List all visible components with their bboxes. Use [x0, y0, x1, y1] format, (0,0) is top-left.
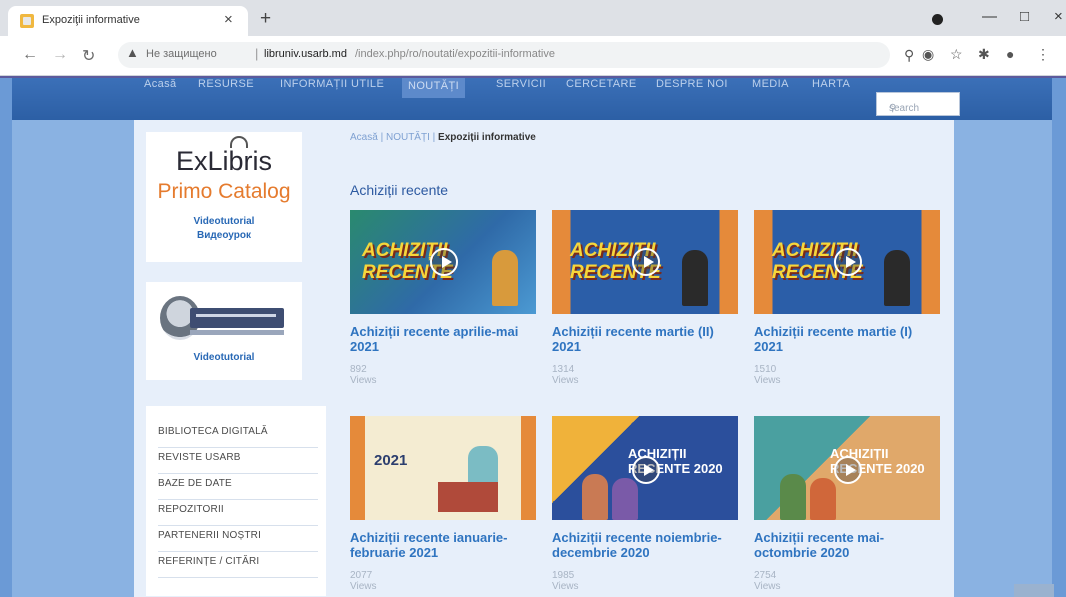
nav-item-acasa[interactable]: Acasă — [144, 78, 177, 90]
play-icon[interactable] — [632, 456, 660, 484]
video-thumbnail[interactable]: ACHIZIȚII RECENTE 2020 — [552, 416, 738, 520]
sidebar-item-referinte[interactable]: REFERINȚE / CITĂRI — [158, 552, 318, 578]
card-title[interactable]: Achiziții recente mai-octombrie 2020 — [754, 530, 944, 560]
view-count: 892 Views — [350, 364, 377, 386]
figure-icon — [612, 478, 638, 520]
video-thumbnail[interactable]: ACHIZIȚII RECENTE — [754, 210, 940, 314]
breadcrumb: Acasă | NOUTĂȚI | Expoziții informative — [350, 132, 536, 143]
video-thumbnail[interactable]: ACHIZIȚII RECENTE — [350, 210, 536, 314]
figure-icon — [492, 250, 518, 306]
video-thumbnail[interactable]: ACHIZIȚII RECENTE 2020 — [754, 416, 940, 520]
orauser-videotutorial-link[interactable]: Videotutorial — [146, 352, 302, 363]
view-count: 1510 Views — [754, 364, 781, 386]
orauser-logo[interactable] — [160, 296, 284, 340]
figure-icon — [884, 250, 910, 306]
exlibris-box: ExLibris Primo Catalog Videotutorial Вид… — [146, 132, 302, 262]
security-label[interactable]: Не защищено — [146, 48, 217, 60]
view-count: 1985 Views — [552, 570, 579, 592]
video-thumbnail[interactable]: 2021 — [350, 416, 536, 520]
tab-close-button[interactable]: × — [224, 11, 233, 28]
view-count: 1314 Views — [552, 364, 579, 386]
url-path[interactable]: /index.php/ro/noutati/expozitii-informat… — [355, 48, 555, 60]
play-icon[interactable] — [632, 248, 660, 276]
search-placeholder-text: search — [889, 103, 920, 114]
section-title: Achiziții recente — [350, 182, 449, 198]
sidebar-item-baze[interactable]: BAZE DE DATE — [158, 474, 318, 500]
back-icon[interactable]: ← — [22, 46, 38, 64]
view-count: 2077 Views — [350, 570, 377, 592]
card-title[interactable]: Achiziții recente noiembrie-decembrie 20… — [552, 530, 742, 560]
play-icon[interactable] — [834, 248, 862, 276]
sidebar-item-reviste[interactable]: REVISTE USARB — [158, 448, 318, 474]
figure-icon — [810, 478, 836, 520]
nav-item-despre[interactable]: DESPRE NOI — [656, 78, 728, 90]
breadcrumb-sep: | — [432, 132, 436, 143]
page-margin-left — [12, 120, 134, 597]
sidebar-menu: BIBLIOTECA DIGITALĂ REVISTE USARB BAZE D… — [146, 406, 326, 596]
card-title[interactable]: Achiziții recente ianuarie-februarie 202… — [350, 530, 540, 560]
window-close-button[interactable]: × — [1054, 8, 1063, 25]
content-container: ExLibris Primo Catalog Videotutorial Вид… — [134, 120, 954, 597]
scroll-to-top-button[interactable] — [1014, 584, 1054, 597]
play-icon[interactable] — [430, 248, 458, 276]
star-icon[interactable]: ☆ — [950, 46, 963, 63]
videotutorial-link[interactable]: Videotutorial — [146, 216, 302, 227]
zoom-search-icon[interactable]: ⚲ — [904, 47, 914, 64]
orauser-box: Videotutorial — [146, 282, 302, 380]
sidebar-item-parteneri[interactable]: PARTENERII NOȘTRI — [158, 526, 318, 552]
thumb-text: 2021 — [374, 452, 408, 469]
breadcrumb-current: Expoziții informative — [438, 132, 536, 143]
breadcrumb-sep: | — [380, 132, 384, 143]
eye-off-icon[interactable]: ◉ — [922, 46, 934, 63]
address-bar[interactable]: ▲ Не защищено | libruniv.usarb.md /index… — [118, 42, 914, 68]
view-count: 2754 Views — [754, 570, 781, 592]
nav-item-servicii[interactable]: SERVICII — [496, 78, 546, 90]
profile-icon[interactable]: ● — [1006, 46, 1014, 62]
page-margin-right — [954, 120, 1052, 597]
card-title[interactable]: Achiziții recente martie (I) 2021 — [754, 324, 944, 354]
forward-icon[interactable]: → — [52, 46, 68, 64]
nav-item-harta[interactable]: HARTA — [812, 78, 850, 90]
nav-item-resurse[interactable]: RESURSE — [198, 78, 254, 90]
sidebar-item-repozitorii[interactable]: REPOZITORII — [158, 500, 318, 526]
new-tab-button[interactable]: + — [260, 8, 271, 30]
nav-item-informatii[interactable]: INFORMAȚII UTILE — [280, 78, 384, 90]
url-host[interactable]: libruniv.usarb.md — [264, 48, 347, 60]
site-search-input[interactable]: ⚲ search — [876, 92, 960, 116]
breadcrumb-parent[interactable]: NOUTĂȚI — [386, 132, 430, 143]
tab-title: Expoziţii informative — [42, 14, 140, 26]
card-title[interactable]: Achiziții recente martie (II) 2021 — [552, 324, 742, 354]
videourok-link[interactable]: Видеоурок — [146, 230, 302, 241]
card-title[interactable]: Achiziții recente aprilie-mai 2021 — [350, 324, 540, 354]
browser-tab[interactable]: Expoziţii informative × — [8, 6, 248, 36]
nav-item-cercetare[interactable]: CERCETARE — [566, 78, 637, 90]
figure-icon — [582, 474, 608, 520]
browser-toolbar: ← → ↻ ▲ Не защищено | libruniv.usarb.md … — [0, 36, 1066, 76]
nav-item-noutati[interactable]: NOUTĂȚI — [402, 78, 466, 98]
exlibris-logo[interactable]: ExLibris — [146, 146, 302, 177]
record-icon — [932, 14, 943, 25]
play-icon[interactable] — [834, 456, 862, 484]
sidebar-item-biblioteca[interactable]: BIBLIOTECA DIGITALĂ — [158, 422, 318, 448]
minimize-button[interactable]: — — [982, 8, 997, 25]
books-icon — [438, 482, 498, 512]
orauser-strap — [190, 330, 284, 335]
maximize-button[interactable]: □ — [1020, 8, 1029, 25]
reload-icon[interactable]: ↻ — [82, 46, 95, 66]
video-thumbnail[interactable]: ACHIZIȚII RECENTE — [552, 210, 738, 314]
menu-icon[interactable]: ⋮ — [1036, 46, 1050, 63]
breadcrumb-home[interactable]: Acasă — [350, 132, 378, 143]
orauser-wordmark — [190, 308, 284, 328]
web-page: Acasă RESURSE INFORMAȚII UTILE NOUTĂȚI S… — [0, 76, 1066, 597]
warning-icon[interactable]: ▲ — [126, 45, 139, 60]
figure-icon — [780, 474, 806, 520]
browser-tab-bar: Expoziţii informative × + — □ × — [0, 0, 1066, 36]
url-divider: | — [255, 46, 259, 61]
nav-item-media[interactable]: MEDIA — [752, 78, 789, 90]
figure-icon — [682, 250, 708, 306]
puzzle-icon[interactable]: ✱ — [978, 46, 990, 63]
primo-catalog-link[interactable]: Primo Catalog — [146, 180, 302, 204]
site-nav: Acasă RESURSE INFORMAȚII UTILE NOUTĂȚI S… — [12, 78, 1052, 120]
favicon-icon — [20, 14, 34, 28]
